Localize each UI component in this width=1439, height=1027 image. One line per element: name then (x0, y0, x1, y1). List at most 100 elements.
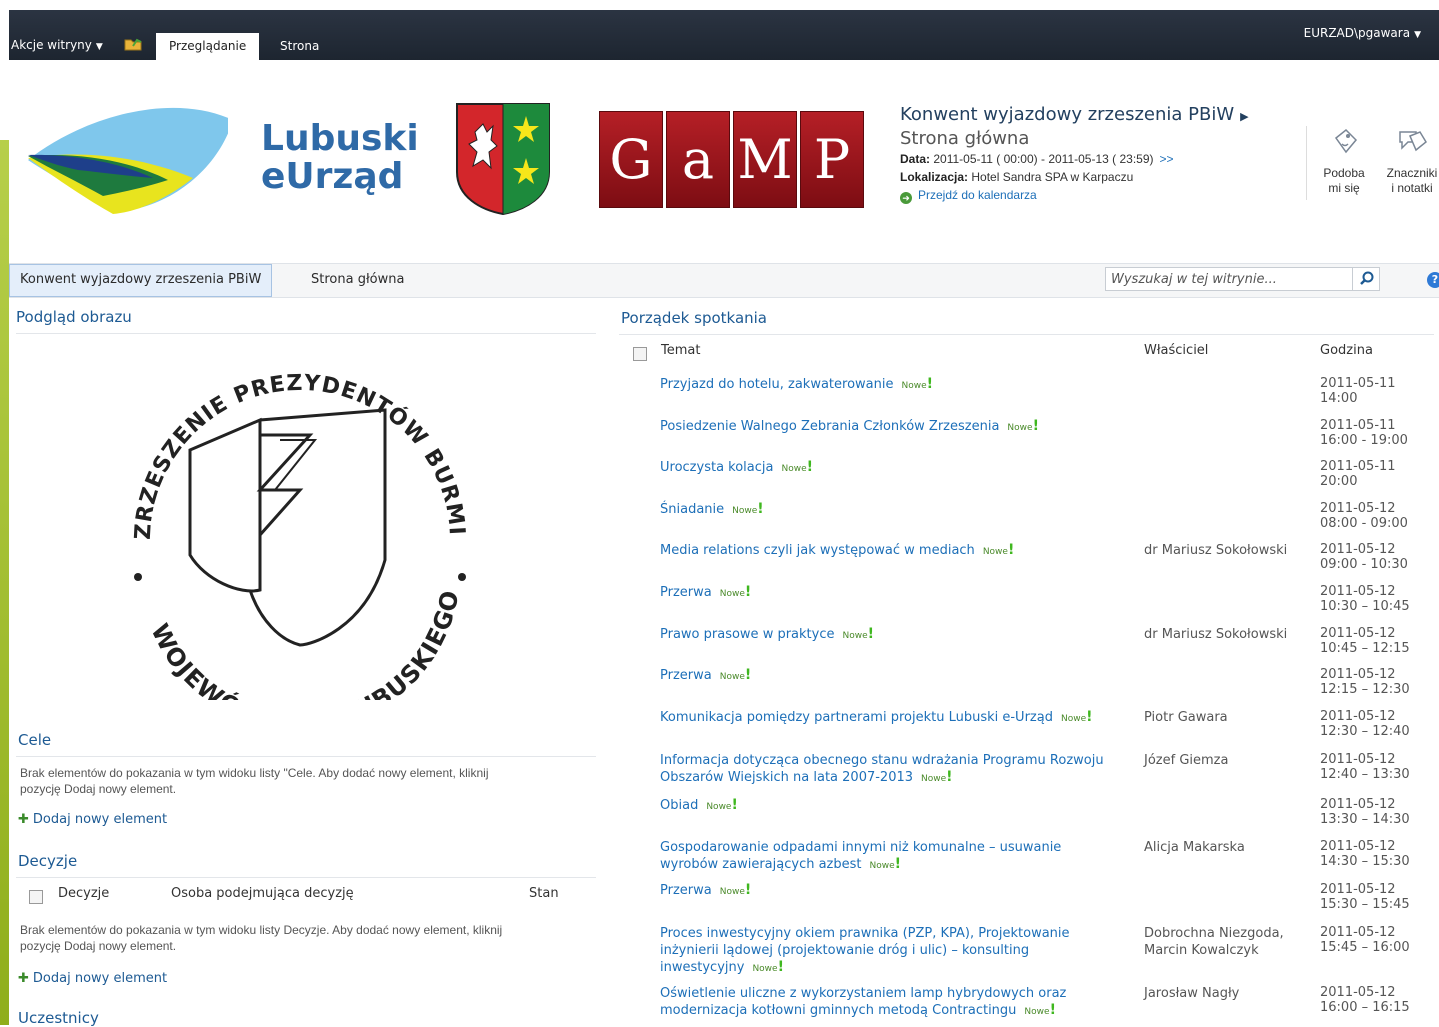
agenda-select-all-checkbox[interactable] (633, 347, 647, 361)
participants-title: Uczestnicy (18, 1009, 99, 1027)
agenda-hours: 16:00 - 19:00 (1320, 433, 1408, 448)
help-icon[interactable]: ? (1427, 272, 1439, 288)
event-location-label: Lokalizacja: (900, 170, 969, 184)
decisions-empty-line-2: pozycję Dodaj nowy element. (20, 939, 177, 953)
logo-line-2: eUrząd (261, 156, 404, 197)
agenda-time: 2011-05-11 14:00 (1320, 376, 1439, 406)
goals-empty-line-2: pozycję Dodaj nowy element. (20, 782, 177, 796)
site-actions-menu[interactable]: Akcje witryny ▼ (11, 38, 103, 52)
agenda-topic-link[interactable]: Przerwa Nowe! (660, 584, 1120, 603)
agenda-date: 2011-05-12 (1320, 882, 1396, 897)
new-badge-text: Nowe (1007, 423, 1033, 433)
agenda-topic-link[interactable]: Media relations czyli jak występować w m… (660, 542, 1120, 561)
new-badge: Nowe! (1007, 418, 1039, 434)
agenda-topic-link[interactable]: Proces inwestycyjny okiem prawnika (PZP,… (660, 925, 1120, 978)
gamp-letter-g: G (599, 111, 663, 208)
agenda-hours: 12:40 – 13:30 (1320, 767, 1410, 782)
search-button[interactable] (1352, 267, 1380, 291)
goals-add-new-link[interactable]: ✚ Dodaj nowy element (18, 812, 167, 827)
agenda-topic-link[interactable]: Komunikacja pomiędzy partnerami projektu… (660, 709, 1120, 728)
agenda-topic-link[interactable]: Posiedzenie Walnego Zebrania Członków Zr… (660, 418, 1120, 437)
agenda-owner: Dobrochna Niezgoda, Marcin Kowalczyk (1144, 926, 1284, 958)
decisions-col-person[interactable]: Osoba podejmująca decyzję (171, 886, 354, 901)
new-badge: Nowe! (921, 769, 953, 785)
agenda-hours: 14:30 – 15:30 (1320, 854, 1410, 869)
decisions-select-all-checkbox[interactable] (29, 890, 43, 904)
agenda-topic-text: Uroczysta kolacja (660, 460, 774, 475)
association-emblem-image: ZRZESZENIE PREZYDENTÓW BURMISTRZÓW I WÓJ… (110, 340, 468, 700)
agenda-col-time[interactable]: Godzina (1320, 343, 1373, 358)
agenda-time: 2011-05-12 09:00 - 10:30 (1320, 542, 1439, 572)
agenda-hours: 20:00 (1320, 474, 1358, 489)
agenda-col-owner[interactable]: Właściciel (1144, 343, 1208, 358)
new-badge: Nowe! (706, 797, 738, 813)
divider (16, 333, 596, 334)
calendar-link-text: Przejdź do kalendarza (918, 188, 1037, 202)
plus-icon: ✚ (18, 971, 29, 986)
agenda-date: 2011-05-12 (1320, 985, 1396, 1000)
agenda-topic-text: Gospodarowanie odpadami innymi niż komun… (660, 840, 1062, 872)
tab-browse[interactable]: Przeglądanie (156, 33, 260, 60)
new-badge-text: Nowe (781, 464, 807, 474)
tags-notes-icon (1399, 131, 1427, 152)
like-button[interactable]: Podoba mi się (1316, 128, 1372, 196)
site-title[interactable]: Konwent wyjazdowy zrzeszenia PBiW ▶ (900, 104, 1300, 128)
agenda-owner: Józef Giemza (1144, 753, 1229, 768)
decisions-add-new-link[interactable]: ✚ Dodaj nowy element (18, 971, 167, 986)
go-arrow-icon: ➜ (900, 192, 912, 204)
tags-notes-button[interactable]: Znaczniki i notatki (1382, 128, 1439, 196)
agenda-hours: 10:45 – 12:15 (1320, 641, 1410, 656)
event-date-more-link[interactable]: >> (1160, 152, 1174, 166)
agenda-time: 2011-05-12 15:45 – 16:00 (1320, 925, 1439, 955)
exclamation-icon: ! (744, 882, 752, 898)
tab-page[interactable]: Strona (267, 33, 332, 60)
site-actions-label: Akcje witryny (11, 38, 92, 52)
event-date-label: Data: (900, 152, 931, 166)
exclamation-icon: ! (1049, 1002, 1056, 1018)
agenda-topic-link[interactable]: Prawo prasowe w praktyce Nowe! (660, 626, 1120, 645)
agenda-topic-link[interactable]: Przerwa Nowe! (660, 667, 1120, 686)
agenda-time: 2011-05-12 16:00 – 16:15 (1320, 985, 1439, 1015)
user-menu[interactable]: EURZAD\pgawara ▼ (1304, 26, 1421, 40)
gamp-letter-m: M (733, 111, 797, 208)
divider (16, 756, 596, 757)
nav-item-site[interactable]: Konwent wyjazdowy zrzeszenia PBiW (9, 264, 273, 297)
tags-line-2: i notatki (1391, 181, 1433, 195)
agenda-topic-link[interactable]: Gospodarowanie odpadami innymi niż komun… (660, 839, 1120, 875)
agenda-col-topic[interactable]: Temat (661, 343, 700, 358)
agenda-topic-link[interactable]: Oświetlenie uliczne z wykorzystaniem lam… (660, 985, 1120, 1021)
new-badge-text: Nowe (901, 381, 927, 391)
agenda-topic-link[interactable]: Uroczysta kolacja Nowe! (660, 459, 1120, 478)
logo-line-1: Lubuski (261, 118, 419, 159)
agenda-topic-text: Oświetlenie uliczne z wykorzystaniem lam… (660, 986, 1067, 1018)
navigate-up-folder-icon[interactable] (124, 36, 142, 51)
agenda-topic-text: Media relations czyli jak występować w m… (660, 543, 975, 558)
nav-item-home[interactable]: Strona główna (301, 264, 414, 297)
exclamation-icon: ! (1086, 709, 1093, 725)
agenda-owner: dr Mariusz Sokołowski (1144, 627, 1288, 642)
agenda-topic-link[interactable]: Informacja dotycząca obecnego stanu wdra… (660, 752, 1120, 788)
agenda-topic-text: Obiad (660, 798, 699, 813)
agenda-date: 2011-05-11 (1320, 459, 1396, 474)
decisions-col-decisions[interactable]: Decyzje (58, 886, 109, 901)
exclamation-icon: ! (1032, 418, 1039, 434)
calendar-link[interactable]: ➜ Przejdź do kalendarza (900, 186, 1300, 204)
agenda-date: 2011-05-12 (1320, 839, 1396, 854)
agenda-hours: 15:45 – 16:00 (1320, 940, 1410, 955)
agenda-hours: 15:30 – 15:45 (1320, 897, 1410, 912)
search-input[interactable]: Wyszukaj w tej witrynie... (1105, 267, 1353, 291)
event-date: Data: 2011-05-11 ( 00:00) - 2011-05-13 (… (900, 150, 1300, 168)
chevron-down-icon: ▼ (1414, 30, 1421, 40)
agenda-topic-link[interactable]: Śniadanie Nowe! (660, 501, 1120, 520)
tag-like-icon (1334, 128, 1358, 154)
agenda-topic-link[interactable]: Przyjazd do hotelu, zakwaterowanie Nowe! (660, 376, 1120, 395)
new-badge-text: Nowe (752, 964, 778, 974)
exclamation-icon: ! (806, 459, 814, 475)
agenda-topic-link[interactable]: Przerwa Nowe! (660, 882, 1120, 901)
new-badge-text: Nowe (921, 774, 947, 784)
agenda-topic-link[interactable]: Obiad Nowe! (660, 797, 1120, 816)
goals-title: Cele (18, 731, 52, 749)
gamp-letter-p: P (800, 111, 864, 208)
decisions-empty-line-1: Brak elementów do pokazania w tym widoku… (20, 923, 503, 937)
decisions-col-status[interactable]: Stan (529, 886, 559, 901)
